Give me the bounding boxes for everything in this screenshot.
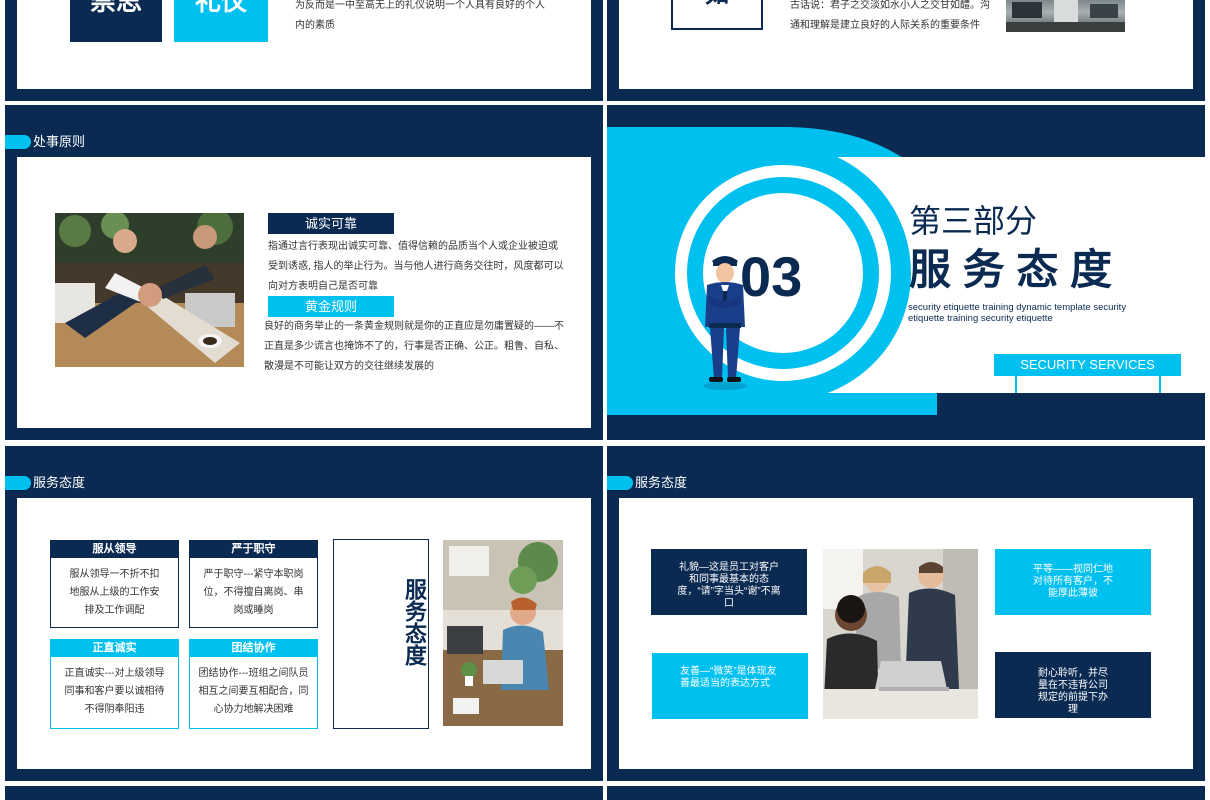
- box-friendly: 友善—“微笑”是体现友善最适当的表达方式: [652, 653, 808, 719]
- teamwork-photo-art: [55, 213, 244, 367]
- section-tag: [607, 476, 633, 490]
- slide-service-attitude-a: 服务态度 服从领导 服从领导一不折不扣地服从上级的工作安排及工作调配 严于职守 …: [5, 446, 603, 781]
- office-workers-photo: [443, 540, 563, 726]
- box-honest-text: 正直诚实---对上级领导同事和客户要以诚相待不得阴奉阳违: [64, 668, 165, 715]
- section-tag: [5, 135, 31, 149]
- box-patience: 耐心聆听，并尽量在不违背公司规定的前提下办理: [995, 652, 1151, 718]
- section-title: 服务态度: [33, 475, 86, 490]
- slide-principles: 处事原则 诚实可靠 指通过言行表现出诚实可靠、值得信赖的品质当个人或企业被迫或受…: [5, 105, 603, 440]
- vertical-title-box: 服务态度: [333, 539, 429, 729]
- heading-golden-bar: 黄金规则: [268, 296, 394, 317]
- box-chongsi: 崇思: [70, 0, 162, 42]
- slide-next-right: [607, 786, 1205, 800]
- box-courtesy-text: 礼貌—这是员工对客户和同事最基本的态度，“请”字当头“谢”不离口: [677, 562, 781, 609]
- slide-communication: 如 古话说：君子之交淡如水小人之交甘如醴。沟通和理解是建立良好的人际关系的重要条…: [607, 0, 1205, 101]
- slide-card: 服从领导 服从领导一不折不扣地服从上级的工作安排及工作调配 严于职守 严于职守-…: [17, 498, 591, 769]
- cover-subtitle: security etiquette training dynamic temp…: [908, 302, 1127, 324]
- slide-next-left: [5, 786, 603, 800]
- box-duty-title: 严于职守: [231, 543, 276, 555]
- slide-service-attitude-b: 服务态度 礼貌—这是员工对客户和同事最基本的态度，“请”字当头“谢”不离口 平等…: [607, 446, 1205, 781]
- badge-line-right: [1159, 376, 1161, 393]
- badge-line-left: [1015, 376, 1017, 393]
- box-duty-text: 严于职守---紧守本职岗位，不得擅自离岗、串岗或睡岗: [203, 569, 304, 616]
- honest-text: 指通过言行表现出诚实可靠、值得信赖的品质当个人或企业被迫或受到诱惑, 指人的举止…: [268, 241, 564, 292]
- part-label: 第三部分: [909, 203, 1038, 239]
- business-meeting-photo-art: [823, 549, 978, 719]
- box-outline-label: 如: [673, 0, 761, 10]
- security-services-badge: SECURITY SERVICES: [994, 354, 1181, 376]
- security-services-label: SECURITY SERVICES: [1020, 357, 1155, 372]
- box-duty-body: 严于职守---紧守本职岗位，不得擅自离岗、串岗或睡岗: [189, 558, 318, 628]
- box-teamwork-body: 团结协作---班组之间队员相互之间要互相配合，同心协力地解决困难: [189, 657, 318, 729]
- teamwork-photo: [55, 213, 244, 367]
- section-number: 03: [740, 245, 803, 308]
- box-honest-body: 正直诚实---对上级领导同事和客户要以诚相待不得阴奉阳违: [50, 657, 179, 729]
- slide-card: 如 古话说：君子之交淡如水小人之交甘如醴。沟通和理解是建立良好的人际关系的重要条…: [619, 0, 1193, 89]
- golden-text: 良好的商务举止的一条黄金规则就是你的正直应是勿庸置疑的——不正直是多少谎言也掩饰…: [264, 321, 564, 372]
- box-honest-header: 正直诚实: [50, 639, 179, 657]
- box-obey-title: 服从领导: [92, 543, 137, 555]
- slide-card: 崇思 礼仪 为反而是一中至高无上的礼仪说明一个人具有良好的个人内的素质: [17, 0, 591, 89]
- communication-text: 古话说：君子之交淡如水小人之交甘如醴。沟通和理解是建立良好的人际关系的重要条件: [790, 0, 990, 31]
- office-photo: [1006, 0, 1125, 32]
- box-teamwork-header: 团结协作: [189, 639, 318, 657]
- intro-text: 为反而是一中至高无上的礼仪说明一个人具有良好的个人内的素质: [295, 0, 545, 31]
- section-title: 服务态度: [635, 475, 688, 490]
- box-duty-header: 严于职守: [189, 540, 318, 558]
- box-chongsi-label: 崇思: [89, 0, 142, 16]
- office-photo-art: [1006, 0, 1125, 32]
- office-workers-photo-art: [443, 540, 563, 726]
- box-obey-body: 服从领导一不折不扣地服从上级的工作安排及工作调配: [50, 558, 179, 628]
- box-liyi: 礼仪: [174, 0, 268, 42]
- box-honest-title: 正直诚实: [92, 642, 137, 654]
- section-title: 处事原则: [33, 134, 86, 149]
- section-tag: [5, 476, 31, 490]
- heading-honest-bar: 诚实可靠: [268, 213, 394, 234]
- box-patience-text: 耐心聆听，并尽量在不违背公司规定的前提下办理: [1038, 668, 1108, 715]
- slide-card: 礼貌—这是员工对客户和同事最基本的态度，“请”字当头“谢”不离口 平等——视同仁…: [619, 498, 1193, 769]
- slide-card: 诚实可靠 指通过言行表现出诚实可靠、值得信赖的品质当个人或企业被迫或受到诱惑, …: [17, 157, 591, 428]
- box-courtesy: 礼貌—这是员工对客户和同事最基本的态度，“请”字当头“谢”不离口: [651, 549, 807, 615]
- vertical-title: 服务态度: [402, 578, 427, 666]
- box-outline: 如: [671, 0, 763, 30]
- box-equality: 平等——视同仁地对待所有客户，不能厚此薄彼: [995, 549, 1151, 615]
- box-liyi-label: 礼仪: [194, 0, 247, 16]
- slide-part-three-cover: 03 第三部分 服 务 态 度 security etiquette train…: [607, 105, 1205, 440]
- box-friendly-text: 友善—“微笑”是体现友善最适当的表达方式: [680, 666, 777, 689]
- heading-honest: 诚实可靠: [304, 216, 357, 231]
- box-teamwork-title: 团结协作: [231, 642, 276, 654]
- box-obey-header: 服从领导: [50, 540, 179, 558]
- box-equality-text: 平等——视同仁地对待所有客户，不能厚此薄彼: [1033, 564, 1113, 599]
- business-meeting-photo: [823, 549, 978, 719]
- slide-etiquette-intro: 崇思 礼仪 为反而是一中至高无上的礼仪说明一个人具有良好的个人内的素质: [5, 0, 603, 101]
- box-obey-text: 服从领导一不折不扣地服从上级的工作安排及工作调配: [69, 569, 160, 616]
- cover-title: 服 务 态 度: [909, 246, 1113, 293]
- box-teamwork-text: 团结协作---班组之间队员相互之间要互相配合，同心协力地解决困难: [198, 668, 309, 715]
- heading-golden: 黄金规则: [304, 299, 357, 314]
